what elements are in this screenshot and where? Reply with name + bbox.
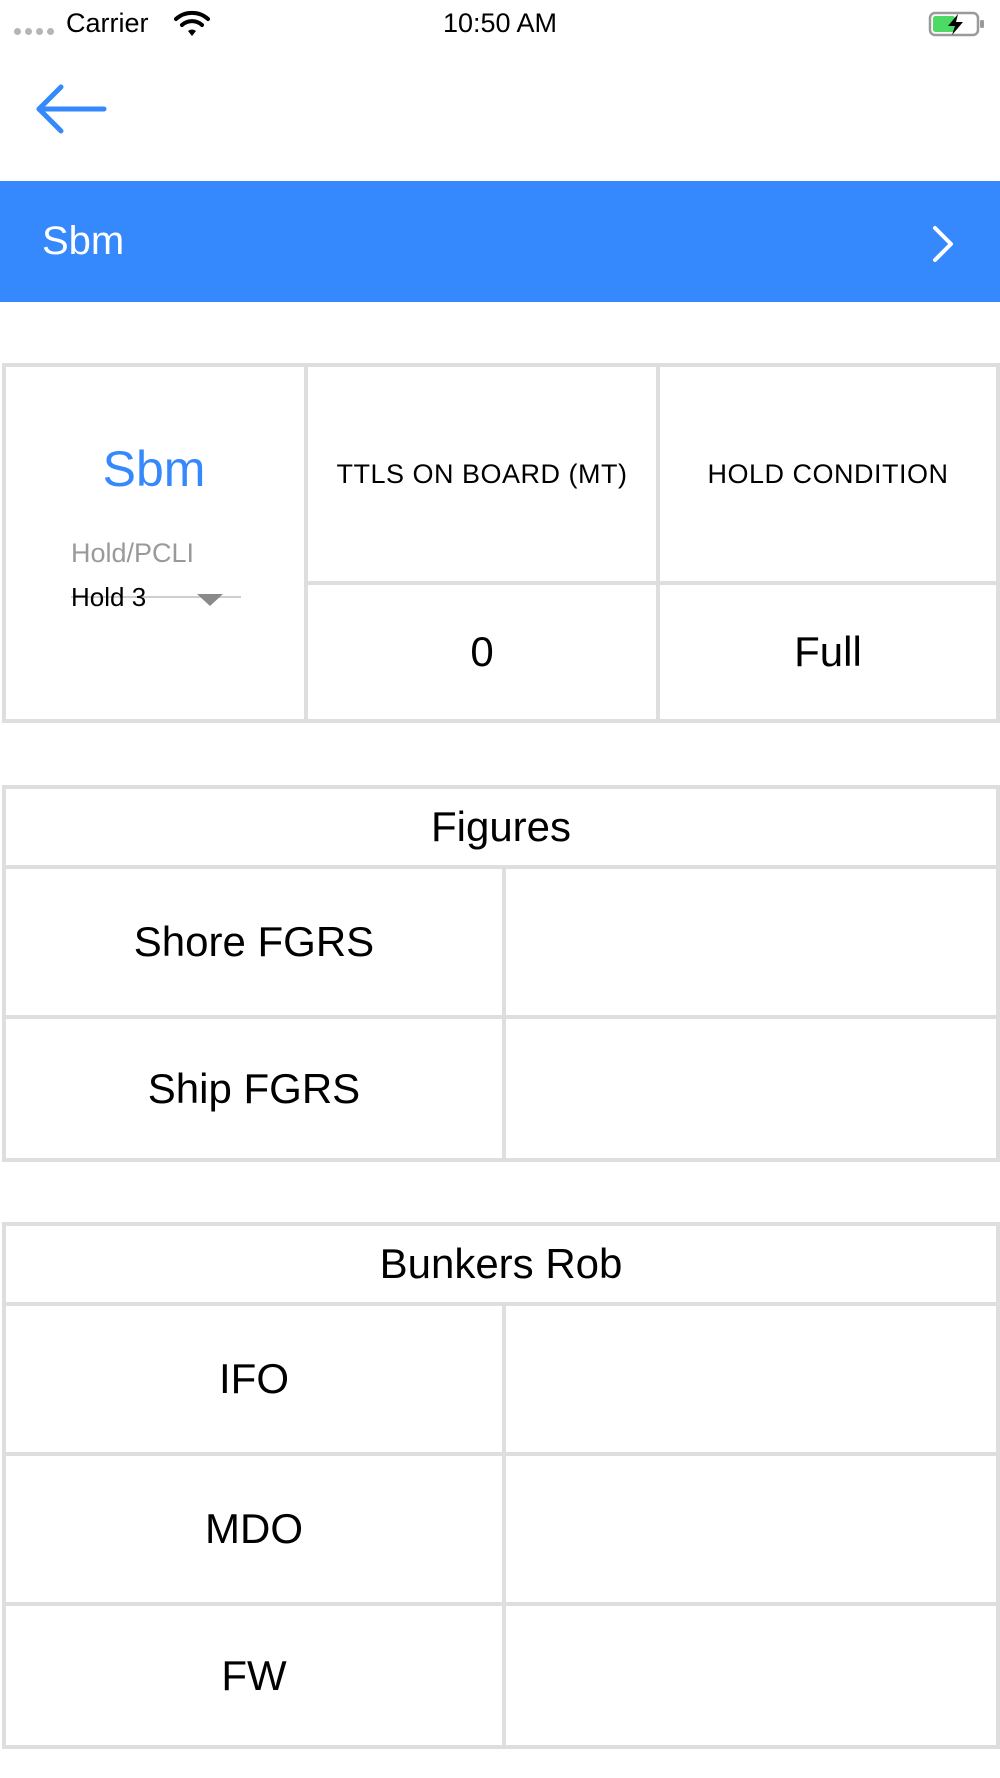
status-bar: Carrier 10:50 AM xyxy=(0,0,1000,50)
hold-selector-bar[interactable]: Sbm xyxy=(0,181,1000,302)
hold-condition-header: HOLD CONDITION xyxy=(707,458,949,489)
mdo-label: MDO xyxy=(205,1505,303,1552)
bunkers-rob-table: Bunkers Rob IFO MDO FW xyxy=(2,1222,1000,1749)
fw-value[interactable] xyxy=(506,1606,996,1745)
caret-down-icon xyxy=(197,594,223,606)
ship-fgrs-label: Ship FGRS xyxy=(147,1064,361,1112)
header-title: Sbm xyxy=(42,219,125,263)
shore-fgrs-label: Shore FGRS xyxy=(133,918,375,965)
figures-table: Figures Shore FGRS Ship FGRS xyxy=(2,785,1000,1162)
hold-name: Sbm xyxy=(102,441,206,497)
ifo-value[interactable] xyxy=(506,1306,996,1452)
hold-dropdown[interactable]: Hold/PCLI Hold 3 xyxy=(71,538,241,612)
back-button[interactable] xyxy=(30,78,112,140)
hold-info-table: Sbm Hold/PCLI Hold 3 TTLS ON BOARD (MT) … xyxy=(2,363,1000,723)
status-time: 10:50 AM xyxy=(442,8,558,38)
arrow-left-icon xyxy=(36,84,107,134)
chevron-right-icon xyxy=(932,225,954,268)
figures-title: Figures xyxy=(430,803,572,850)
fw-label: FW xyxy=(221,1651,287,1699)
bunkers-rob-title: Bunkers Rob xyxy=(379,1240,623,1287)
ifo-label: IFO xyxy=(219,1355,289,1402)
battery-charging-icon xyxy=(928,10,986,43)
mdo-value[interactable] xyxy=(506,1456,996,1602)
ttls-on-board-header: TTLS ON BOARD (MT) xyxy=(336,458,628,489)
hold-condition-value: Full xyxy=(794,628,862,675)
hold-dropdown-label: Hold/PCLI xyxy=(71,538,195,568)
hold-dropdown-value: Hold 3 xyxy=(71,582,147,612)
ship-fgrs-value[interactable] xyxy=(506,1019,996,1158)
ttls-on-board-value: 0 xyxy=(470,628,494,675)
shore-fgrs-value[interactable] xyxy=(506,869,996,1015)
